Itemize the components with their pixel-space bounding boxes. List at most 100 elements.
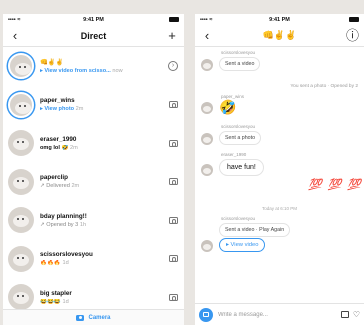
thread-text: eraser_1990 omg lol 🤣 2m — [40, 136, 167, 151]
thread-time: 2m — [69, 144, 78, 151]
page-title: Direct — [80, 30, 107, 41]
thread-time: 1d — [62, 298, 69, 305]
thread-preview-text: omg lol 🤣 — [40, 144, 69, 151]
message-sender: eraser_1990 — [221, 152, 247, 157]
info-icon[interactable]: ⓘ — [346, 29, 359, 42]
thread-text: big stapler 😂😂😂 1d — [40, 290, 167, 305]
thread-name: big stapler — [40, 289, 72, 297]
avatar — [201, 164, 213, 176]
status-bar: •••• ≈ 9:41 PM — [3, 14, 184, 25]
status-bar: •••• ≈ 9:41 PM — [195, 14, 364, 25]
thread-name: scissorslovesyou — [40, 251, 93, 259]
avatar — [8, 245, 34, 272]
thread-preview-text: ▸ View video from scisso... — [40, 68, 111, 75]
thread-text: scissorslovesyou 🔥🔥🔥 1d — [40, 251, 167, 266]
camera-button[interactable] — [199, 307, 213, 322]
camera-icon[interactable] — [167, 99, 179, 111]
camera-icon[interactable] — [167, 214, 179, 226]
camera-icon[interactable] — [167, 291, 179, 303]
thread-name: paperclip — [40, 174, 68, 182]
thread-name: 👊✌️✌️ — [40, 59, 64, 67]
camera-label: Camera — [88, 314, 111, 321]
thread-time: now — [112, 68, 123, 75]
back-button[interactable]: ‹ — [9, 29, 21, 42]
message-row: have fun! — [201, 159, 264, 176]
message-row: Sent a photo — [201, 131, 262, 145]
camera-icon[interactable] — [167, 176, 179, 188]
battery-icon — [169, 17, 179, 22]
thread-preview: omg lol 🤣 2m — [40, 145, 167, 151]
thread-row[interactable]: scissorslovesyou 🔥🔥🔥 1d — [3, 240, 184, 279]
message-bubble[interactable]: Sent a video — [219, 57, 261, 71]
message-row: ▸ View video — [201, 238, 266, 252]
thread-time: 2m — [75, 106, 84, 113]
thread-preview-text: ↗ Opened by 3 — [40, 221, 79, 228]
status-time: 9:41 PM — [269, 16, 290, 23]
thread-row[interactable]: 👊✌️✌️ ▸ View video from scisso... now › — [3, 47, 184, 86]
conversation-title: 👊✌️✌️ — [262, 30, 297, 40]
message-sender: scissorslovesyou — [221, 216, 256, 221]
avatar — [8, 168, 34, 195]
message-bubble[interactable]: Sent a video · Play Again — [219, 223, 291, 237]
thread-text: paper_wins ▸ View photo 2m — [40, 97, 167, 112]
gallery-icon[interactable] — [340, 311, 349, 318]
back-button[interactable]: ‹ — [201, 29, 213, 42]
message-list: scissorslovesyou Sent a video You sent a… — [195, 48, 364, 303]
thread-time: 2m — [71, 183, 80, 190]
message-row: 🤣 — [201, 100, 236, 114]
thread-name: eraser_1990 — [40, 135, 77, 143]
avatar — [201, 240, 213, 252]
message-input[interactable] — [218, 311, 337, 318]
inbox-header: ‹ Direct + — [3, 25, 184, 47]
view-video-button[interactable]: ▸ View video — [219, 238, 266, 252]
message-row: Sent a video · Play Again — [201, 223, 291, 237]
thread-name: paper_wins — [40, 97, 75, 105]
avatar — [201, 59, 213, 71]
avatar — [8, 284, 34, 311]
camera-button[interactable]: Camera — [3, 309, 184, 325]
thread-preview: ↗ Opened by 3 1h — [40, 222, 167, 228]
message-bubble[interactable]: Sent a photo — [219, 131, 262, 145]
camera-icon — [203, 312, 209, 317]
avatar — [201, 133, 213, 145]
thread-preview: 🔥🔥🔥 1d — [40, 260, 167, 266]
thread-time: 1d — [62, 260, 69, 267]
camera-icon — [76, 314, 85, 321]
camera-icon[interactable] — [167, 137, 179, 149]
message-composer: ♡ — [195, 303, 364, 325]
thread-list: 👊✌️✌️ ▸ View video from scisso... now › pap… — [3, 47, 184, 317]
conversation-screen: •••• ≈ 9:41 PM ‹ 👊✌️✌️ ⓘ scissorslovesyo… — [195, 14, 364, 325]
thread-text: 👊✌️✌️ ▸ View video from scisso... now — [40, 58, 167, 74]
conversation-header: ‹ 👊✌️✌️ ⓘ — [195, 25, 364, 47]
chevron-circle-icon[interactable]: › — [167, 60, 179, 72]
thread-preview-text: 🔥🔥🔥 — [40, 260, 61, 267]
thread-name: bday planning!! — [40, 212, 87, 220]
status-time: 9:41 PM — [83, 16, 104, 23]
thread-preview: ▸ View video from scisso... now — [40, 68, 167, 74]
message-sender: scissorslovesyou — [221, 124, 256, 129]
thread-preview-text: 😂😂😂 — [40, 298, 61, 305]
avatar — [8, 53, 34, 80]
camera-icon[interactable] — [167, 253, 179, 265]
message-sender: scissorslovesyou — [221, 50, 256, 55]
thread-preview-text: ↗ Delivered — [40, 183, 70, 190]
thread-preview: 😂😂😂 1d — [40, 299, 167, 305]
avatar — [8, 130, 34, 157]
thread-preview: ▸ View photo 2m — [40, 106, 167, 112]
heart-icon[interactable]: ♡ — [353, 310, 360, 319]
emoji-message: 🤣 — [219, 99, 237, 115]
thread-row[interactable]: bday planning!! ↗ Opened by 3 1h — [3, 201, 184, 240]
carrier-signal: •••• ≈ — [8, 16, 21, 23]
thread-preview-text: ▸ View photo — [40, 106, 75, 113]
message-row: Sent a video — [201, 57, 261, 71]
hundred-emoji-message: 💯 💯 💯 — [308, 178, 362, 191]
thread-preview: ↗ Delivered 2m — [40, 183, 167, 189]
carrier-signal: •••• ≈ — [200, 16, 213, 23]
thread-row[interactable]: paperclip ↗ Delivered 2m — [3, 163, 184, 202]
thread-row[interactable]: eraser_1990 omg lol 🤣 2m — [3, 124, 184, 163]
new-message-button[interactable]: + — [166, 29, 178, 42]
direct-inbox-screen: •••• ≈ 9:41 PM ‹ Direct + 👊✌️✌️ ▸ View vi… — [3, 14, 184, 325]
thread-text: bday planning!! ↗ Opened by 3 1h — [40, 213, 167, 228]
thread-row[interactable]: paper_wins ▸ View photo 2m — [3, 86, 184, 125]
message-timestamp: Today at 6:10 PM — [261, 206, 298, 211]
